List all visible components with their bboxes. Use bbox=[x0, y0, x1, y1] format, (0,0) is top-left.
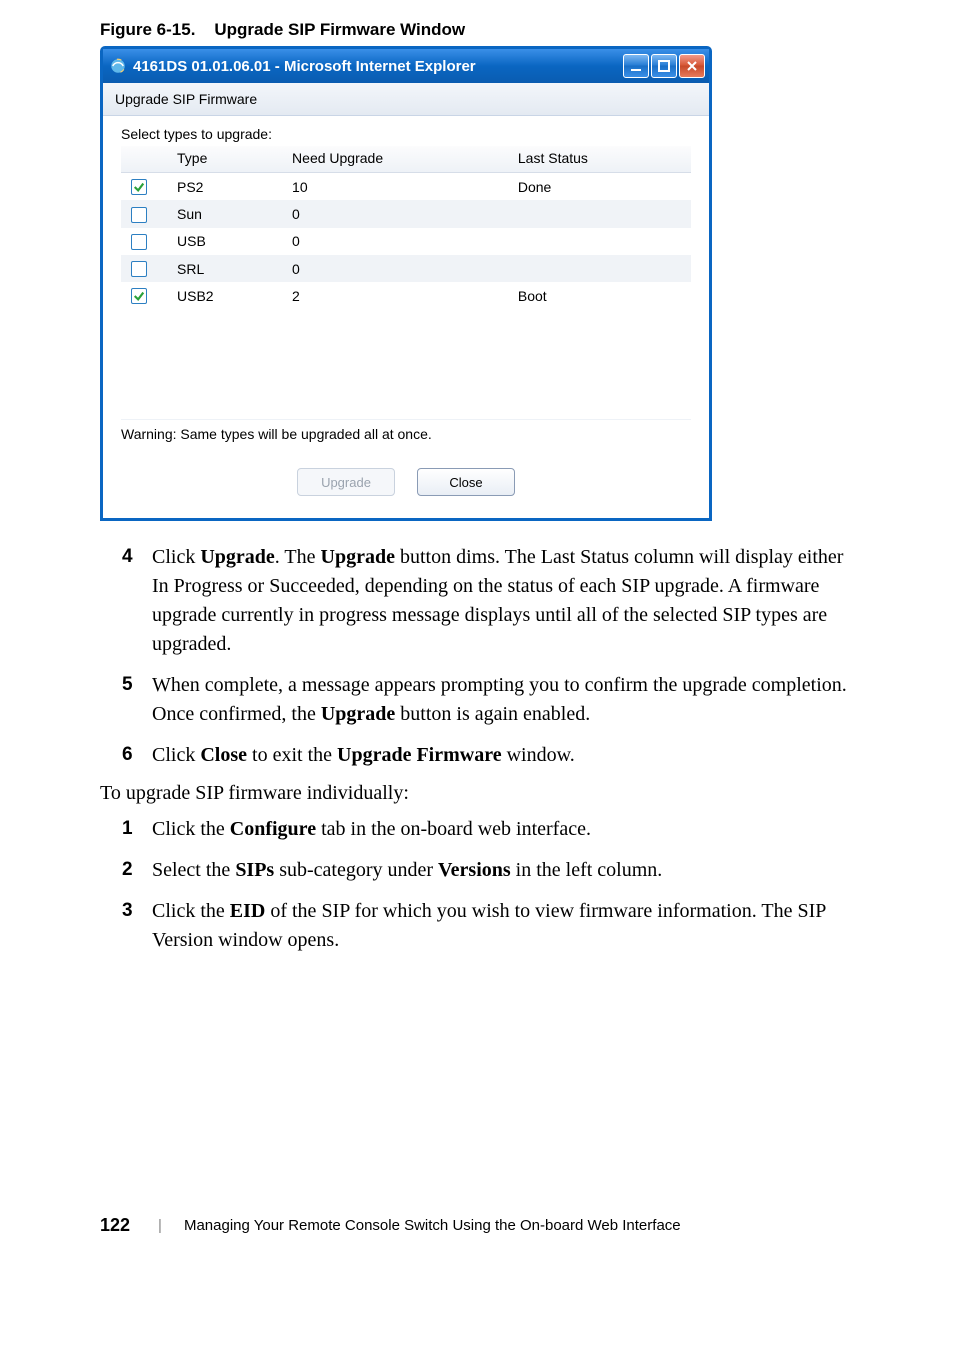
cell-last: Boot bbox=[508, 282, 691, 309]
ie-icon bbox=[109, 57, 127, 75]
cell-type: PS2 bbox=[167, 173, 282, 201]
checkbox-usb2[interactable] bbox=[131, 288, 147, 304]
figure-caption: Figure 6-15. Upgrade SIP Firmware Window bbox=[100, 20, 864, 40]
step-body: Click Upgrade. The Upgrade button dims. … bbox=[152, 543, 864, 659]
page-number: 122 bbox=[100, 1215, 130, 1236]
step-body: Click the EID of the SIP for which you w… bbox=[152, 897, 864, 955]
col-type: Type bbox=[167, 146, 282, 173]
step-6: 6 Click Close to exit the Upgrade Firmwa… bbox=[122, 741, 864, 770]
cell-type: Sun bbox=[167, 200, 282, 227]
cell-type: USB2 bbox=[167, 282, 282, 309]
step-number: 4 bbox=[122, 543, 152, 659]
upgrade-button: Upgrade bbox=[297, 468, 395, 496]
window-close-button[interactable] bbox=[679, 54, 705, 78]
cell-need: 0 bbox=[282, 255, 508, 282]
cell-type: USB bbox=[167, 228, 282, 255]
footer-separator: | bbox=[158, 1217, 162, 1234]
step-number: 6 bbox=[122, 741, 152, 770]
checkbox-ps2[interactable] bbox=[131, 179, 147, 195]
warning-text: Warning: Same types will be upgraded all… bbox=[121, 419, 691, 450]
step-b3: 3 Click the EID of the SIP for which you… bbox=[122, 897, 864, 955]
col-need-upgrade: Need Upgrade bbox=[282, 146, 508, 173]
table-row: USB 0 bbox=[121, 228, 691, 255]
step-5: 5 When complete, a message appears promp… bbox=[122, 671, 864, 729]
sip-table: Type Need Upgrade Last Status PS2 10 Don… bbox=[121, 146, 691, 419]
page-footer: 122 | Managing Your Remote Console Switc… bbox=[100, 1215, 864, 1266]
checkbox-usb[interactable] bbox=[131, 234, 147, 250]
maximize-button[interactable] bbox=[651, 54, 677, 78]
cell-need: 0 bbox=[282, 228, 508, 255]
step-b2: 2 Select the SIPs sub-category under Ver… bbox=[122, 856, 864, 885]
checkbox-sun[interactable] bbox=[131, 207, 147, 223]
titlebar: 4161DS 01.01.06.01 - Microsoft Internet … bbox=[103, 49, 709, 83]
footer-text: Managing Your Remote Console Switch Usin… bbox=[184, 1217, 681, 1234]
col-last-status: Last Status bbox=[508, 146, 691, 173]
cell-need: 0 bbox=[282, 200, 508, 227]
col-checkbox bbox=[121, 146, 167, 173]
figure-label: Figure 6-15. bbox=[100, 20, 195, 39]
table-row: USB2 2 Boot bbox=[121, 282, 691, 309]
step-body: Select the SIPs sub-category under Versi… bbox=[152, 856, 864, 885]
step-body: When complete, a message appears prompti… bbox=[152, 671, 864, 729]
select-types-label: Select types to upgrade: bbox=[121, 126, 691, 142]
table-row: PS2 10 Done bbox=[121, 173, 691, 201]
figure-title: Upgrade SIP Firmware Window bbox=[214, 20, 465, 39]
cell-need: 2 bbox=[282, 282, 508, 309]
step-body: Click Close to exit the Upgrade Firmware… bbox=[152, 741, 864, 770]
intro-line: To upgrade SIP firmware individually: bbox=[100, 782, 864, 805]
table-row: SRL 0 bbox=[121, 255, 691, 282]
cell-last: Done bbox=[508, 173, 691, 201]
close-button[interactable]: Close bbox=[417, 468, 515, 496]
cell-need: 10 bbox=[282, 173, 508, 201]
checkbox-srl[interactable] bbox=[131, 261, 147, 277]
cell-last bbox=[508, 200, 691, 227]
step-number: 5 bbox=[122, 671, 152, 729]
cell-last bbox=[508, 228, 691, 255]
cell-last bbox=[508, 255, 691, 282]
minimize-button[interactable] bbox=[623, 54, 649, 78]
table-row: Sun 0 bbox=[121, 200, 691, 227]
step-body: Click the Configure tab in the on-board … bbox=[152, 815, 864, 844]
step-number: 3 bbox=[122, 897, 152, 955]
step-number: 1 bbox=[122, 815, 152, 844]
cell-type: SRL bbox=[167, 255, 282, 282]
dialog-window: 4161DS 01.01.06.01 - Microsoft Internet … bbox=[100, 46, 712, 521]
dialog-subheader: Upgrade SIP Firmware bbox=[103, 83, 709, 116]
window-title: 4161DS 01.01.06.01 - Microsoft Internet … bbox=[133, 58, 623, 75]
step-number: 2 bbox=[122, 856, 152, 885]
step-4: 4 Click Upgrade. The Upgrade button dims… bbox=[122, 543, 864, 659]
step-b1: 1 Click the Configure tab in the on-boar… bbox=[122, 815, 864, 844]
